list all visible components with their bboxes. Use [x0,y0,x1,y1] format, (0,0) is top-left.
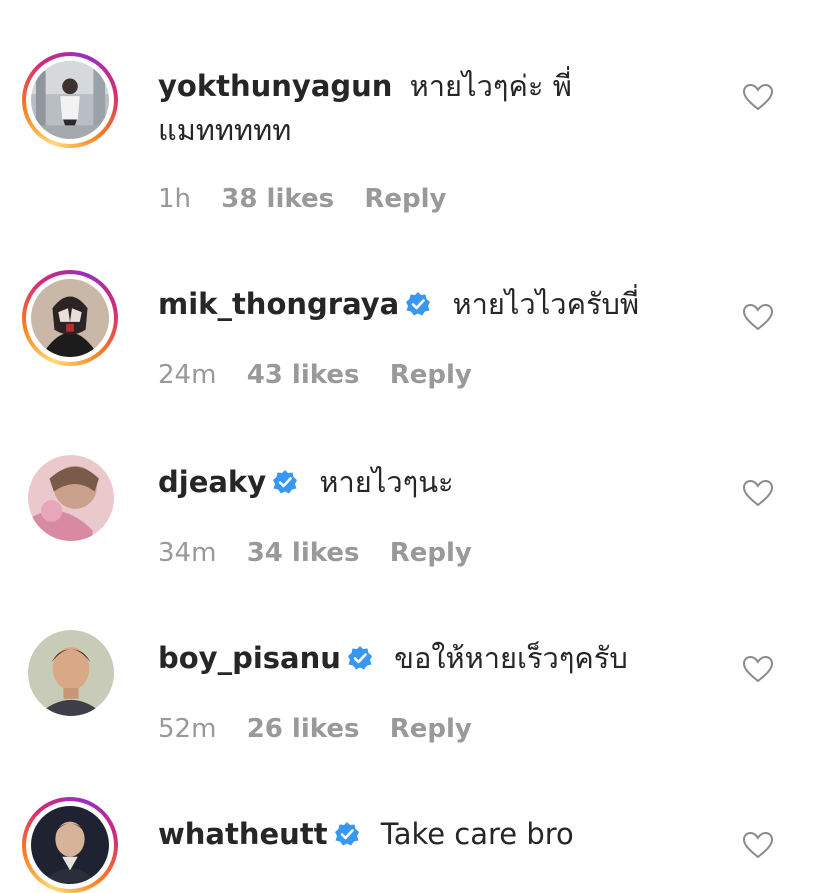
avatar-photo-icon [31,806,109,884]
verified-badge-icon [272,469,298,495]
comment-time[interactable]: 1h [158,184,191,214]
comment-username[interactable]: whatheutt [158,817,328,851]
comment-time[interactable]: 24m [158,360,216,390]
like-heart-icon[interactable] [742,302,774,332]
reply-button[interactable]: Reply [390,714,472,744]
comment-text: yokthunyagun หายไวๆค่ะ พี่แมททททท [158,64,678,152]
comment-time[interactable]: 34m [158,538,216,568]
comment-likes[interactable]: 34 likes [247,538,360,568]
comment-message: Take care bro [380,817,574,851]
verified-badge-icon [347,645,373,671]
verified-badge-icon [405,291,431,317]
verified-badge-icon [334,821,360,847]
comment-message: หายไวไวครับพี่ [452,287,640,321]
comment-meta: 1h 38 likes Reply [158,184,468,214]
comment-message: หายไวๆนะ [319,465,454,499]
avatar-photo-icon [28,630,114,716]
comment-likes[interactable]: 26 likes [247,714,360,744]
comment-meta: 52m 26 likes Reply [158,714,494,744]
avatar[interactable] [22,797,118,893]
like-heart-icon[interactable] [742,830,774,860]
avatar-photo-icon [28,455,114,541]
avatar-photo-icon [31,61,109,139]
like-heart-icon[interactable] [742,82,774,112]
reply-button[interactable]: Reply [364,184,446,214]
comment-text: boy_pisanu ขอให้หายเร็วๆครับ [158,636,678,680]
avatar[interactable] [28,630,114,716]
comment-username[interactable]: boy_pisanu [158,641,341,675]
comment-meta: 24m 43 likes Reply [158,360,494,390]
comment-username[interactable]: djeaky [158,465,266,499]
reply-button[interactable]: Reply [390,360,472,390]
comment-likes[interactable]: 43 likes [247,360,360,390]
comment-likes[interactable]: 38 likes [221,184,334,214]
comment-username[interactable]: mik_thongraya [158,287,399,321]
comment-message: ขอให้หายเร็วๆครับ [394,641,628,675]
comment-time[interactable]: 52m [158,714,216,744]
comment-text: whatheutt Take care bro [158,812,678,856]
avatar[interactable] [22,270,118,366]
comment-username[interactable]: yokthunyagun [158,69,392,103]
comment-text: mik_thongraya หายไวไวครับพี่ [158,282,678,326]
reply-button[interactable]: Reply [390,538,472,568]
avatar[interactable] [22,52,118,148]
avatar[interactable] [28,455,114,541]
comment-text: djeaky หายไวๆนะ [158,460,678,504]
like-heart-icon[interactable] [742,478,774,508]
like-heart-icon[interactable] [742,654,774,684]
comment-meta: 34m 34 likes Reply [158,538,494,568]
avatar-photo-icon [31,279,109,357]
